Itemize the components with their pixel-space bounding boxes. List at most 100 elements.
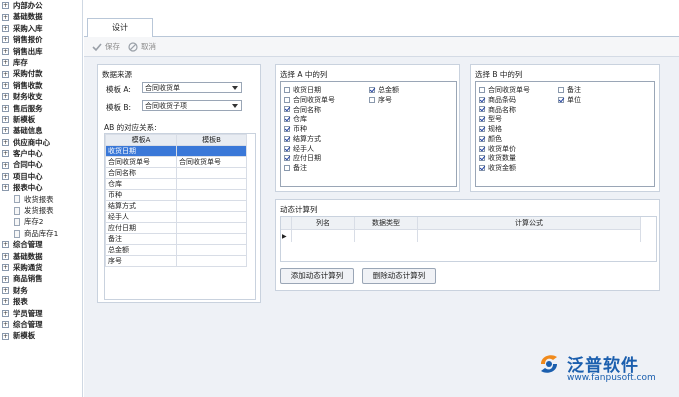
template-b-cell[interactable] — [176, 167, 247, 179]
template-a-cell[interactable]: 结算方式 — [105, 200, 177, 212]
column-checkbox[interactable]: 商品名称 — [479, 105, 530, 115]
sidebar-item[interactable]: + 财务收支 — [0, 91, 82, 102]
sidebar-item[interactable]: + 客户中心 — [0, 148, 82, 159]
checkbox-checked-icon[interactable] — [284, 145, 290, 152]
checkbox-checked-icon[interactable] — [284, 106, 290, 113]
column-checkbox[interactable]: 结算方式 — [284, 134, 335, 144]
checkbox-checked-icon[interactable] — [479, 116, 485, 123]
column-checkbox[interactable]: 商品条码 — [479, 95, 530, 105]
sidebar-item[interactable]: + 报表中心 — [0, 182, 82, 193]
sidebar-item[interactable]: + 报表 — [0, 296, 82, 307]
template-a-cell[interactable]: 合同收货单号 — [105, 156, 177, 168]
template-b-cell[interactable] — [176, 189, 247, 201]
sidebar-subitem[interactable]: 库存2 — [0, 216, 82, 227]
template-a-cell[interactable]: 收货日期 — [105, 145, 177, 157]
checkbox-checked-icon[interactable] — [558, 96, 564, 103]
sidebar-item[interactable]: + 销售收款 — [0, 80, 82, 91]
template-a-cell[interactable]: 仓库 — [105, 178, 177, 190]
checkbox-checked-icon[interactable] — [479, 165, 485, 172]
template-b-select[interactable]: 合同收货子项 — [142, 100, 242, 111]
checkbox-checked-icon[interactable] — [479, 106, 485, 113]
save-button[interactable]: 保存 — [92, 41, 120, 52]
sidebar-item[interactable]: + 综合管理 — [0, 239, 82, 250]
template-a-cell[interactable]: 应付日期 — [105, 222, 177, 234]
template-a-cell[interactable]: 经手人 — [105, 211, 177, 223]
template-a-cell[interactable]: 总金额 — [105, 244, 177, 256]
sidebar-item[interactable]: + 基础数据 — [0, 11, 82, 22]
column-checkbox[interactable]: 型号 — [479, 114, 530, 124]
template-b-cell[interactable] — [176, 211, 247, 223]
sidebar-item[interactable]: + 财务 — [0, 285, 82, 296]
checkbox-unchecked-icon[interactable] — [369, 96, 375, 103]
sidebar-item[interactable]: + 基础信息 — [0, 125, 82, 136]
template-b-cell[interactable]: 合同收货单号 — [176, 156, 247, 168]
column-checkbox[interactable]: 收货数量 — [479, 154, 530, 164]
sidebar-item[interactable]: + 销售报价 — [0, 34, 82, 45]
column-checkbox[interactable]: 合同收货单号 — [284, 95, 335, 105]
delete-dynamic-column-button[interactable]: 删除动态计算列 — [362, 268, 436, 284]
sidebar-item[interactable]: + 项目中心 — [0, 171, 82, 182]
table-row[interactable]: 应付日期 — [105, 222, 247, 234]
column-checkbox[interactable]: 备注 — [284, 163, 335, 173]
new-row-type-cell[interactable] — [354, 229, 418, 242]
template-a-cell[interactable]: 合同名称 — [105, 167, 177, 179]
sidebar-item[interactable]: + 售后服务 — [0, 103, 82, 114]
sidebar-item[interactable]: + 综合管理 — [0, 319, 82, 330]
checkbox-checked-icon[interactable] — [479, 155, 485, 162]
sidebar-item[interactable]: + 供应商中心 — [0, 137, 82, 148]
table-row[interactable]: 序号 — [105, 255, 247, 267]
table-row[interactable]: 合同名称 — [105, 167, 247, 179]
table-row[interactable]: ▶ — [281, 229, 641, 242]
template-b-cell[interactable] — [176, 233, 247, 245]
table-row[interactable]: 总金额 — [105, 244, 247, 256]
checkbox-checked-icon[interactable] — [479, 96, 485, 103]
column-checkbox[interactable]: 颜色 — [479, 134, 530, 144]
column-checkbox[interactable]: 应付日期 — [284, 154, 335, 164]
new-row-name-cell[interactable] — [291, 229, 355, 242]
checkbox-checked-icon[interactable] — [284, 116, 290, 123]
checkbox-checked-icon[interactable] — [284, 155, 290, 162]
column-checkbox[interactable]: 合同名称 — [284, 105, 335, 115]
sidebar-item[interactable]: + 库存 — [0, 57, 82, 68]
new-row-formula-cell[interactable] — [417, 229, 641, 242]
sidebar-subitem[interactable]: 发货报表 — [0, 205, 82, 216]
column-checkbox[interactable]: 收货日期 — [284, 85, 335, 95]
template-a-cell[interactable]: 序号 — [105, 255, 177, 267]
checkbox-unchecked-icon[interactable] — [284, 86, 290, 93]
template-b-cell[interactable] — [176, 178, 247, 190]
table-row[interactable]: 结算方式 — [105, 200, 247, 212]
template-b-cell[interactable] — [176, 222, 247, 234]
table-row[interactable]: 经手人 — [105, 211, 247, 223]
checkbox-checked-icon[interactable] — [284, 126, 290, 133]
sidebar-item[interactable]: + 内部办公 — [0, 0, 82, 11]
column-checkbox[interactable]: 序号 — [369, 95, 399, 105]
checkbox-checked-icon[interactable] — [479, 135, 485, 142]
sidebar-item[interactable]: + 合同中心 — [0, 159, 82, 170]
sidebar-item[interactable]: + 采购付款 — [0, 68, 82, 79]
table-row[interactable]: 合同收货单号 合同收货单号 — [105, 156, 247, 168]
column-checkbox[interactable]: 收货单价 — [479, 144, 530, 154]
table-row[interactable]: 币种 — [105, 189, 247, 201]
sidebar-item[interactable]: + 商品销售 — [0, 273, 82, 284]
sidebar-item[interactable]: + 基础数据 — [0, 251, 82, 262]
template-a-cell[interactable]: 币种 — [105, 189, 177, 201]
table-row[interactable]: 备注 — [105, 233, 247, 245]
checkbox-unchecked-icon[interactable] — [479, 86, 485, 93]
checkbox-unchecked-icon[interactable] — [558, 86, 564, 93]
checkbox-unchecked-icon[interactable] — [284, 165, 290, 172]
add-dynamic-column-button[interactable]: 添加动态计算列 — [280, 268, 354, 284]
column-checkbox[interactable]: 仓库 — [284, 114, 335, 124]
column-checkbox[interactable]: 经手人 — [284, 144, 335, 154]
sidebar-item[interactable]: + 采购入库 — [0, 23, 82, 34]
template-b-cell[interactable] — [176, 255, 247, 267]
checkbox-checked-icon[interactable] — [479, 145, 485, 152]
column-checkbox[interactable]: 单位 — [558, 95, 581, 105]
template-b-cell[interactable] — [176, 145, 247, 157]
column-checkbox[interactable]: 备注 — [558, 85, 581, 95]
column-checkbox[interactable]: 合同收货单号 — [479, 85, 530, 95]
template-b-cell[interactable] — [176, 244, 247, 256]
checkbox-unchecked-icon[interactable] — [284, 96, 290, 103]
template-a-select[interactable]: 合同收货单 — [142, 82, 242, 93]
sidebar-item[interactable]: + 采购通货 — [0, 262, 82, 273]
template-a-cell[interactable]: 备注 — [105, 233, 177, 245]
